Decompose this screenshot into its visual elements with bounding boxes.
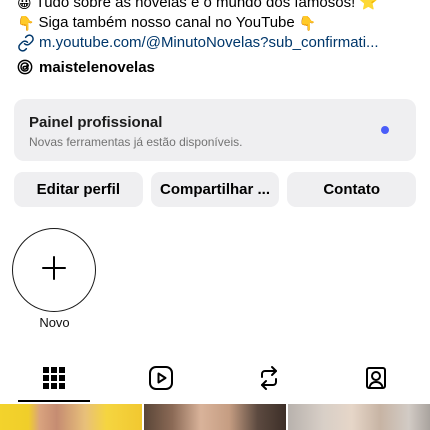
tab-reposts[interactable]: [215, 358, 323, 402]
edit-profile-button[interactable]: Editar perfil: [14, 172, 143, 207]
professional-dashboard-card[interactable]: Painel profissional Novas ferramentas já…: [14, 99, 416, 161]
tagged-icon: [363, 365, 389, 396]
notification-dot: [381, 126, 389, 134]
bio-text-2: Siga também nosso canal no YouTube: [38, 14, 295, 31]
emoji-icon: 😀: [17, 0, 32, 11]
post-thumbnail[interactable]: [0, 404, 142, 430]
professional-dashboard-title: Painel profissional: [29, 114, 163, 131]
profile-actions: Editar perfil Compartilhar ... Contato: [14, 172, 417, 207]
pointing-down-emoji: 👇: [298, 15, 317, 31]
grid-icon: [42, 366, 65, 394]
new-highlight[interactable]: Novo: [12, 228, 97, 330]
bio-line-2: 👇 Siga também nosso canal no YouTube 👇: [17, 13, 417, 33]
plus-icon: [41, 255, 67, 286]
threads-icon: [17, 59, 33, 75]
post-thumbnail[interactable]: [288, 404, 430, 430]
new-highlight-label: Novo: [39, 315, 70, 330]
professional-dashboard-subtitle: Novas ferramentas já estão disponíveis.: [29, 135, 243, 149]
tab-tagged[interactable]: [323, 358, 430, 402]
share-profile-button[interactable]: Compartilhar ...: [150, 172, 280, 207]
bio-link[interactable]: m.youtube.com/@MinutoNovelas?sub_confirm…: [17, 33, 417, 53]
posts-grid: [0, 404, 430, 430]
contact-button[interactable]: Contato: [287, 172, 417, 207]
link-icon: [17, 34, 35, 52]
new-highlight-circle[interactable]: [12, 228, 96, 312]
repost-icon: [256, 365, 282, 396]
threads-handle[interactable]: maistelenovelas: [39, 59, 155, 76]
bio-line-1: 😀 Tudo sobre as novelas e o mundo dos fa…: [17, 0, 417, 13]
post-thumbnail[interactable]: [144, 404, 286, 430]
tab-reels[interactable]: [108, 358, 216, 402]
reels-icon: [148, 365, 174, 396]
profile-tabs: [0, 358, 430, 402]
pointing-down-icon: 👇: [17, 15, 35, 31]
tab-posts-grid[interactable]: [0, 358, 108, 402]
threads-badge[interactable]: maistelenovelas: [17, 57, 155, 77]
bio-link-text[interactable]: m.youtube.com/@MinutoNovelas?sub_confirm…: [39, 33, 379, 53]
bio-text-1: Tudo sobre as novelas e o mundo dos famo…: [35, 0, 379, 11]
profile-bio: 😀 Tudo sobre as novelas e o mundo dos fa…: [17, 0, 417, 53]
